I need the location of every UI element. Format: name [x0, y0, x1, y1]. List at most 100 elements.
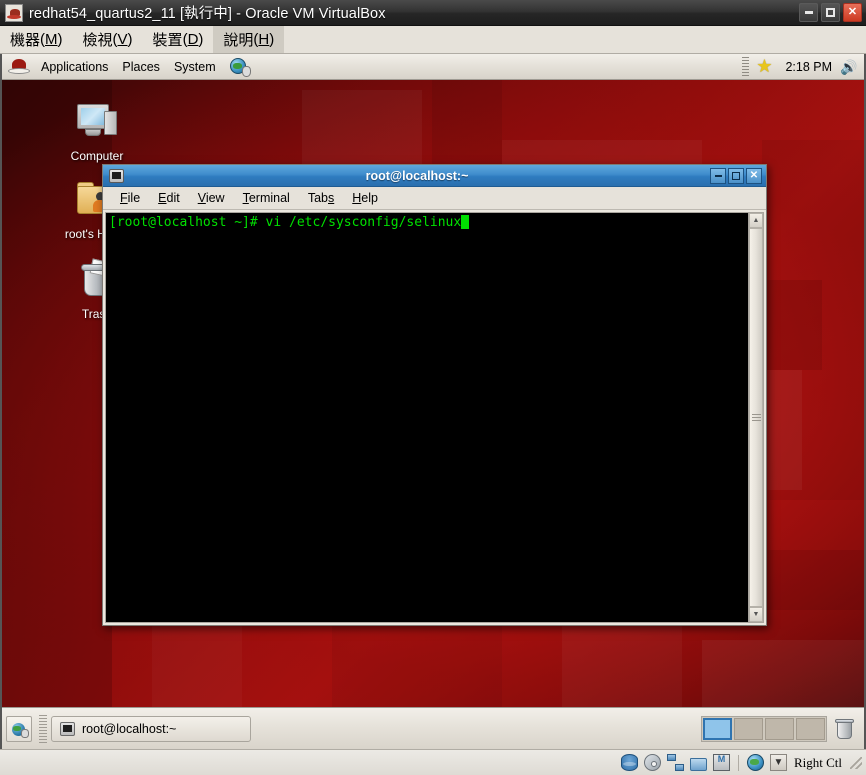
host-key-icon[interactable]: ▼ [769, 754, 787, 771]
minimize-button[interactable] [799, 3, 818, 22]
terminal-icon [109, 168, 124, 183]
terminal-menu-terminal[interactable]: Terminal [234, 187, 299, 210]
panel-menu-system[interactable]: System [167, 54, 223, 80]
scrollbar-grip [751, 414, 761, 421]
virtualbox-titlebar: redhat54_quartus2_11 [執行中] - Oracle VM V… [0, 0, 866, 26]
terminal-close-button[interactable]: ✕ [746, 167, 762, 184]
show-desktop-icon[interactable] [6, 715, 32, 742]
workspace-2[interactable] [734, 717, 763, 740]
workspace-4[interactable] [796, 717, 825, 740]
terminal-title: root@localhost:~ [365, 168, 469, 183]
terminal-menu-edit-label: dit [166, 190, 180, 205]
network-globe-icon[interactable] [746, 754, 764, 771]
terminal-window-controls: ✕ [710, 167, 763, 184]
virtualbox-menubar: 機器(M) 檢視(V) 裝置(D) 說明(H) [0, 26, 866, 54]
bottom-panel-right [701, 715, 860, 742]
terminal-menu-help-label: elp [361, 190, 378, 205]
terminal-minimize-button[interactable] [710, 167, 726, 184]
trash-applet-icon[interactable] [833, 716, 857, 742]
window-list-handle[interactable] [39, 714, 47, 743]
network-icon[interactable] [666, 754, 684, 771]
computer-icon [73, 98, 121, 146]
terminal-cursor [461, 215, 470, 229]
gnome-top-panel: Applications Places System ★ 2:18 PM 🔊 [2, 54, 864, 80]
virtualbox-window: redhat54_quartus2_11 [執行中] - Oracle VM V… [0, 0, 866, 775]
vbox-menu-devices-label: 裝置 [152, 32, 183, 49]
terminal-scrollbar[interactable]: ▲ ▼ [748, 212, 764, 623]
resize-grip[interactable] [850, 756, 862, 769]
panel-menu-applications[interactable]: Applications [34, 54, 115, 80]
vbox-menu-help-label: 說明 [223, 32, 254, 49]
vbox-menu-devices-mnemonic: D [187, 31, 199, 48]
host-key-label: Right Ctl [793, 754, 842, 770]
vbox-menu-machine[interactable]: 機器(M) [0, 26, 73, 53]
workspace-switcher[interactable] [701, 715, 827, 742]
terminal-icon [60, 721, 75, 736]
maximize-button[interactable] [821, 3, 840, 22]
terminal-titlebar[interactable]: root@localhost:~ ✕ [103, 165, 766, 187]
taskbar-button-label: root@localhost:~ [82, 721, 177, 736]
vbox-menu-help[interactable]: 說明(H) [213, 26, 285, 53]
shared-folders-icon[interactable] [689, 758, 707, 771]
terminal-menu-edit-mnemonic: E [158, 190, 167, 205]
panel-status-area: ★ 2:18 PM 🔊 [742, 56, 864, 77]
terminal-menu-help[interactable]: Help [343, 187, 387, 210]
terminal-menu-tabs-mnemonic: s [328, 190, 335, 205]
terminal-menu-help-mnemonic: H [352, 190, 362, 205]
scrollbar-up-arrow[interactable]: ▲ [749, 213, 763, 228]
desktop-icon-computer-label: Computer [70, 149, 124, 163]
vbox-menu-machine-label: 機器 [10, 32, 41, 49]
wallpaper-shape [702, 640, 864, 707]
wallpaper-shape [2, 80, 112, 707]
star-icon[interactable]: ★ [754, 56, 774, 77]
terminal-menu-edit[interactable]: Edit [149, 187, 189, 210]
terminal-menu-file-mnemonic: F [120, 190, 128, 205]
desktop-icon-computer[interactable]: Computer [52, 98, 142, 163]
guest-screen[interactable]: Applications Places System ★ 2:18 PM 🔊 C… [0, 54, 866, 749]
terminal-menu-view-label: iew [205, 190, 225, 205]
hard-disk-icon[interactable] [620, 754, 638, 771]
vbox-menu-view[interactable]: 檢視(V) [73, 26, 143, 53]
terminal-menu-view[interactable]: View [189, 187, 234, 210]
terminal-menubar: File Edit View Terminal Tabs Help [103, 187, 766, 210]
terminal-menu-file-label: ile [127, 190, 141, 205]
vbox-menu-help-mnemonic: H [258, 31, 270, 48]
cpu-icon[interactable] [712, 754, 730, 771]
clock[interactable]: 2:18 PM [780, 60, 837, 74]
vbox-menu-view-label: 檢視 [82, 32, 113, 49]
terminal-menu-tabs[interactable]: Tabs [299, 187, 343, 210]
scrollbar-thumb[interactable] [749, 228, 763, 607]
volume-icon[interactable]: 🔊 [839, 57, 859, 77]
vbox-menu-devices[interactable]: 裝置(D) [143, 26, 214, 53]
redhat-fedora-icon [5, 3, 23, 22]
terminal-menu-terminal-label: erminal [248, 190, 290, 205]
virtualbox-statusbar: ▼ Right Ctl [0, 749, 866, 775]
window-controls: ✕ [799, 3, 862, 22]
vbox-menu-machine-mnemonic: M [45, 31, 58, 48]
terminal-maximize-button[interactable] [728, 167, 744, 184]
gnome-bottom-panel: root@localhost:~ [2, 707, 864, 749]
desktop[interactable]: Computer root's Home Trash root@localhos… [2, 80, 864, 707]
taskbar-button-terminal[interactable]: root@localhost:~ [51, 715, 251, 742]
scrollbar-down-arrow[interactable]: ▼ [749, 607, 763, 622]
terminal-screen[interactable]: [root@localhost ~]# vi /etc/sysconfig/se… [105, 212, 748, 623]
workspace-3[interactable] [765, 717, 794, 740]
web-browser-icon[interactable] [229, 57, 251, 77]
panel-menu-places[interactable]: Places [115, 54, 167, 80]
terminal-line-text: [root@localhost ~]# vi /etc/sysconfig/se… [109, 215, 462, 230]
terminal-command-line: [root@localhost ~]# vi /etc/sysconfig/se… [109, 215, 745, 231]
scrollbar-trough[interactable] [749, 228, 763, 607]
terminal-menu-file[interactable]: File [111, 187, 149, 210]
workspace-1[interactable] [703, 717, 732, 740]
close-button[interactable]: ✕ [843, 3, 862, 22]
terminal-menu-view-mnemonic: V [197, 190, 206, 205]
terminal-window[interactable]: root@localhost:~ ✕ File Edit View Termin… [102, 164, 767, 626]
wallpaper-shape [762, 140, 864, 500]
optical-disk-icon[interactable] [643, 754, 661, 771]
statusbar-separator [737, 754, 739, 771]
terminal-menu-tabs-label: Tab [307, 190, 328, 205]
window-list: root@localhost:~ [51, 715, 251, 742]
panel-drag-handle[interactable] [742, 56, 750, 77]
vbox-menu-view-mnemonic: V [117, 31, 128, 48]
redhat-logo-icon[interactable] [8, 57, 30, 77]
